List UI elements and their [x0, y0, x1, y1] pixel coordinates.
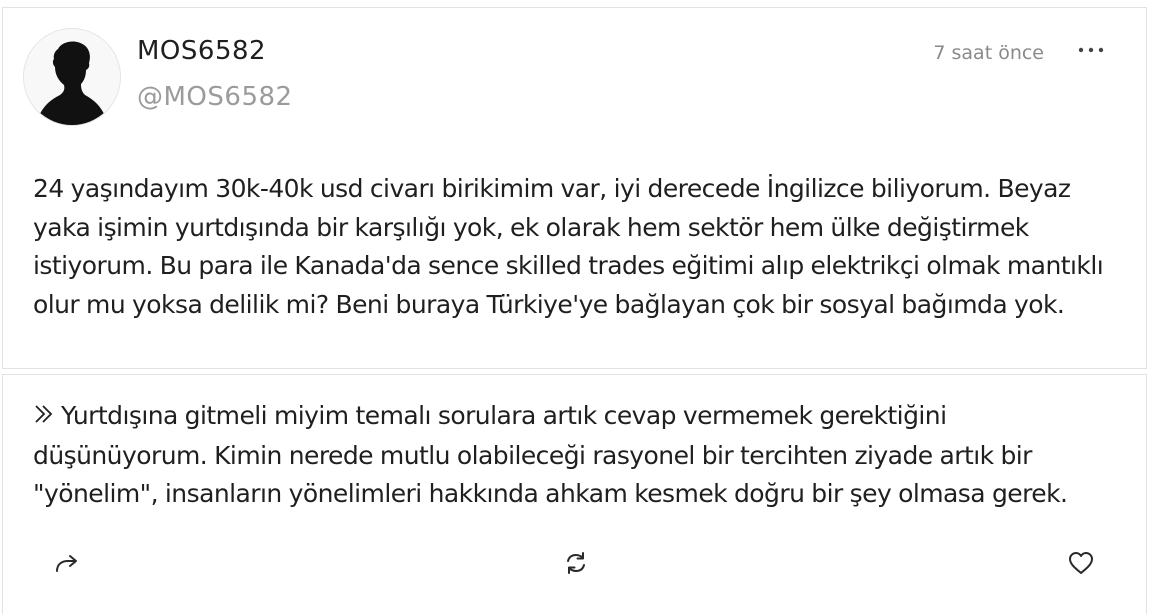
- like-button[interactable]: [1065, 547, 1097, 579]
- repost-icon: [567, 552, 585, 574]
- avatar[interactable]: [23, 28, 121, 126]
- answer-body: Yurtdışına gitmeli miyim temalı sorulara…: [33, 397, 1123, 514]
- more-options-button[interactable]: [1076, 38, 1106, 62]
- author-handle[interactable]: @MOS6582: [137, 82, 293, 112]
- post-frame: MOS6582 @MOS6582 7 saat önce 24 yaşınday…: [0, 0, 1150, 614]
- post-timestamp: 7 saat önce: [933, 42, 1044, 64]
- question-text: 24 yaşındayım 30k-40k usd civarı birikim…: [33, 174, 1104, 319]
- answer-card: Yurtdışına gitmeli miyim temalı sorulara…: [2, 374, 1147, 614]
- question-card: MOS6582 @MOS6582 7 saat önce 24 yaşınday…: [2, 7, 1147, 369]
- repost-button[interactable]: [560, 547, 592, 579]
- silhouette-avatar-icon: [24, 29, 120, 125]
- heart-icon: [1069, 552, 1093, 574]
- double-chevron-right-icon: [33, 398, 57, 437]
- answer-text: Yurtdışına gitmeli miyim temalı sorulara…: [33, 401, 1068, 508]
- share-icon: [56, 555, 77, 572]
- more-horizontal-icon: [1078, 47, 1104, 53]
- author-display-name[interactable]: MOS6582: [137, 36, 266, 66]
- share-button[interactable]: [51, 547, 83, 579]
